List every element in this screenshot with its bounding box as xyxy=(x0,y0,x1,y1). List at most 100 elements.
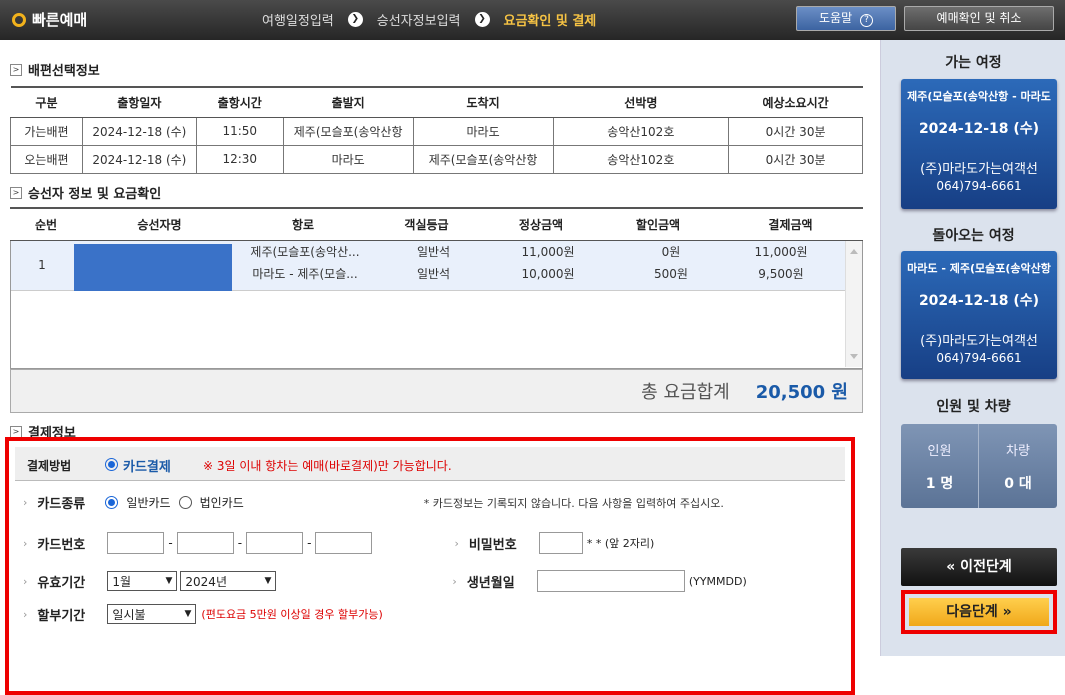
outbound-title: 가는 여정 xyxy=(945,55,1002,71)
table-row[interactable]: 1 제주(모슬포(송악산... 마라도 - 제주(모슬... 일반석 일반석 1… xyxy=(11,241,847,291)
col-header: 출항일자 xyxy=(82,86,197,118)
discount-cell: 0원 500원 xyxy=(611,241,731,291)
count-title: 인원 및 차량 xyxy=(936,399,1011,415)
table-cell: 가는배편 xyxy=(10,116,83,146)
previous-step-button[interactable]: « 이전단계 xyxy=(901,548,1057,586)
pay-price: 9,500원 xyxy=(758,267,804,281)
password-input[interactable] xyxy=(538,532,583,554)
section-chevron-icon: > xyxy=(10,425,22,438)
col-header: 선박명 xyxy=(553,86,729,118)
dash: - xyxy=(307,536,312,550)
birth-hint: (YYMMDD) xyxy=(688,574,747,588)
vehicle-label: 차량 xyxy=(1006,444,1030,459)
dash: - xyxy=(237,536,243,550)
corporate-card-label: 법인카드 xyxy=(199,496,244,510)
card-number-input-2[interactable] xyxy=(176,532,234,554)
table-cell: 2024-12-18 (수) xyxy=(81,116,197,146)
pax-section-label: 승선자 정보 및 요금확인 xyxy=(28,187,162,202)
col-header: 객실등급 xyxy=(369,207,484,241)
password-label: 비밀번호 xyxy=(468,537,517,553)
scroll-up-icon[interactable] xyxy=(850,249,858,254)
total-label: 총 요금합계 xyxy=(641,382,730,403)
step-1: 여행일정입력 xyxy=(262,14,334,29)
notice-text: ※ 3일 이내 항차는 예매(바로결제)만 가능합니다. xyxy=(203,459,452,473)
table-cell: 0시간 30분 xyxy=(728,144,863,174)
table-cell: 마라도 xyxy=(282,144,414,174)
card-type-label: 카드종류 xyxy=(37,497,86,512)
row-chevron-icon: › xyxy=(452,574,457,588)
col-header: 도착지 xyxy=(413,86,554,118)
installment-note: (편도요금 5만원 이상일 경우 할부가능) xyxy=(201,608,383,621)
expiry-month-select[interactable]: 1월 ▼ xyxy=(107,571,178,591)
col-header: 예상소요시간 xyxy=(728,86,863,118)
normal-cell: 11,000원 10,000원 xyxy=(491,241,605,291)
pax-no-cell: 1 xyxy=(11,241,73,291)
question-icon: ? xyxy=(859,14,873,27)
pax-table-header: 순번 승선자명 항로 객실등급 정상금액 할인금액 결제금액 xyxy=(10,207,863,241)
normal-price: 10,000원 xyxy=(521,267,575,281)
corporate-card-radio[interactable] xyxy=(178,496,192,509)
step-2: 승선자정보입력 xyxy=(376,14,461,29)
step-arrow-icon: ❯ xyxy=(347,12,363,27)
main-content: > 배편선택정보 구분 출항일자 출항시간 출발지 도착지 선박명 예상소요시간… xyxy=(0,40,880,695)
pax-list: 1 제주(모슬포(송악산... 마라도 - 제주(모슬... 일반석 일반석 1… xyxy=(10,241,863,369)
next-step-highlight: 다음단계 » xyxy=(901,590,1057,634)
ship-section-label: 배편선택정보 xyxy=(28,64,100,79)
expiry-year-select[interactable]: 2024년 ▼ xyxy=(180,571,277,591)
table-cell: 2024-12-18 (수) xyxy=(81,144,197,174)
count-box: 인원 1 명 차량 0 대 xyxy=(901,424,1057,508)
row-chevron-icon: › xyxy=(23,607,28,621)
table-cell: 12:30 xyxy=(195,144,284,174)
ship-table: 구분 출항일자 출항시간 출발지 도착지 선박명 예상소요시간 가는배편 202… xyxy=(10,86,863,174)
vehicle-value: 0 대 xyxy=(1004,476,1032,492)
return-date: 2024-12-18 (수) xyxy=(918,293,1040,309)
reservation-check-cancel-button[interactable]: 예매확인 및 취소 xyxy=(904,6,1054,31)
grade-text: 일반석 xyxy=(416,267,451,281)
chevron-down-icon: ▼ xyxy=(264,576,272,586)
brand-circle-icon xyxy=(12,12,26,27)
chevron-down-icon: ▼ xyxy=(184,609,192,619)
scrollbar[interactable] xyxy=(845,241,862,367)
row-chevron-icon: › xyxy=(23,574,28,588)
table-cell: 제주(모슬포(송악산항 xyxy=(282,116,414,146)
payment-form: 결제방법 카드결제 ※ 3일 이내 항차는 예매(바로결제)만 가능합니다. ›… xyxy=(5,437,855,695)
card-number-input-1[interactable] xyxy=(107,532,165,554)
outbound-route: 제주(모슬포(송악산항 - 마라도 xyxy=(907,90,1051,103)
table-cell: 11:50 xyxy=(195,116,284,146)
password-hint: * * (앞 2자리) xyxy=(586,537,655,550)
help-button[interactable]: 도움말 ? xyxy=(796,6,896,31)
chevron-down-icon: ▼ xyxy=(165,576,173,586)
col-header: 정상금액 xyxy=(484,207,598,241)
outbound-date: 2024-12-18 (수) xyxy=(918,121,1040,137)
vehicle-count: 차량 0 대 xyxy=(979,424,1057,508)
method-value: 카드결제 xyxy=(123,460,171,475)
col-header: 순번 xyxy=(10,207,82,241)
ship-section-title: > 배편선택정보 xyxy=(10,60,100,79)
installment-row: › 할부기간 일시불 ▼ (편도요금 5만원 이상일 경우 할부가능) xyxy=(23,604,383,624)
card-number-row: › 카드번호 - - - › 비밀번호 * * (앞 2자리) xyxy=(23,532,654,554)
return-title: 돌아오는 여정 xyxy=(932,228,1015,244)
return-card: 마라도 - 제주(모슬포(송악산항 2024-12-18 (수) (주)마라도가… xyxy=(901,251,1057,379)
birth-input[interactable] xyxy=(536,570,685,592)
brand: 빠른예매 xyxy=(12,9,87,30)
people-value: 1 명 xyxy=(925,476,954,492)
card-payment-radio[interactable] xyxy=(105,458,118,471)
col-header: 출항시간 xyxy=(196,86,284,118)
route-cell: 제주(모슬포(송악산... 마라도 - 제주(모슬... xyxy=(239,241,371,291)
section-chevron-icon: > xyxy=(10,186,22,199)
installment-label: 할부기간 xyxy=(37,608,86,624)
table-cell: 오는배편 xyxy=(10,144,83,174)
outbound-company: (주)마라도가는여객선 xyxy=(920,162,1038,177)
installment-select[interactable]: 일시불 ▼ xyxy=(107,604,197,624)
brand-title: 빠른예매 xyxy=(32,11,88,29)
table-cell: 0시간 30분 xyxy=(728,116,863,146)
dash: - xyxy=(168,536,173,550)
expiry-month-value: 1월 xyxy=(112,574,132,589)
pax-no: 1 xyxy=(38,258,46,272)
card-number-input-3[interactable] xyxy=(246,532,304,554)
next-step-button[interactable]: 다음단계 » xyxy=(909,598,1049,626)
scroll-down-icon[interactable] xyxy=(850,354,858,359)
personal-card-radio[interactable] xyxy=(105,496,119,509)
payment-method-row: 결제방법 카드결제 ※ 3일 이내 항차는 예매(바로결제)만 가능합니다. xyxy=(15,447,845,481)
card-number-input-4[interactable] xyxy=(315,532,373,554)
